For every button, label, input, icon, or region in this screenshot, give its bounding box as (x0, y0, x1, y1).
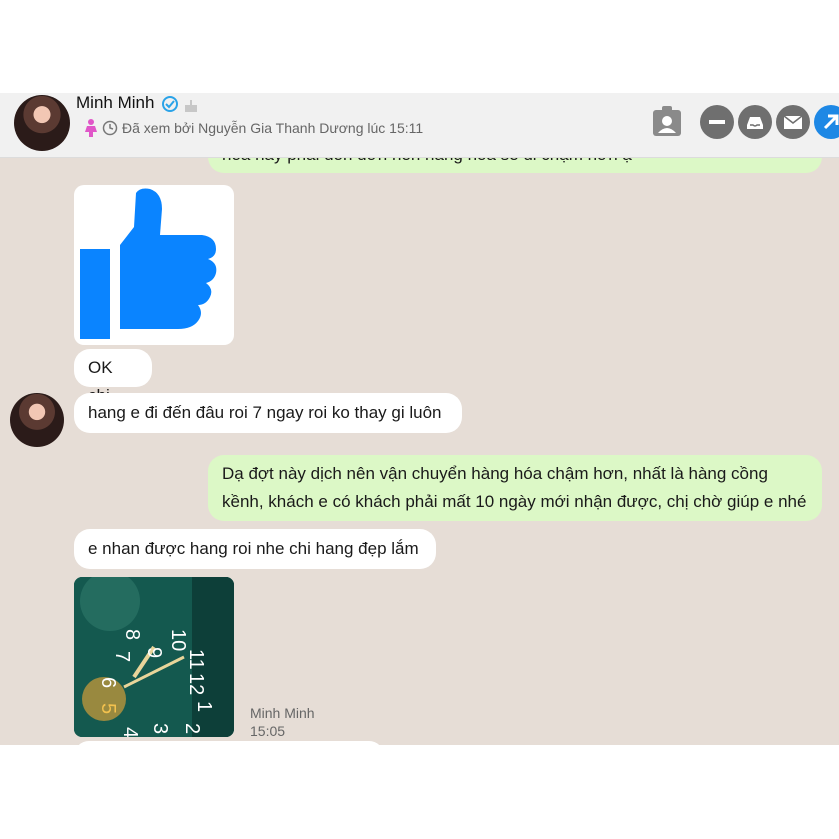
verified-icon (162, 96, 178, 112)
incoming-message: e nhan được hang roi nhe chi hang đẹp lắ… (74, 529, 436, 569)
svg-text:2: 2 (181, 723, 203, 734)
seen-status: Đã xem bởi Nguyễn Gia Thanh Dương lúc 15… (84, 118, 423, 138)
svg-text:10: 10 (167, 629, 189, 651)
svg-text:6: 6 (97, 677, 119, 688)
svg-text:5: 5 (97, 703, 119, 714)
contact-avatar[interactable] (14, 95, 70, 151)
photo-time: 15:05 (250, 723, 286, 739)
outgoing-message: Dạ đợt này dịch nên vận chuyển hàng hóa … (208, 455, 822, 521)
svg-text:8: 8 (121, 629, 143, 640)
thumbs-up-icon (80, 188, 217, 339)
seen-text: Đã xem bởi Nguyễn Gia Thanh Dương lúc 15… (122, 120, 424, 136)
message-text: hang e đi đến đâu roi 7 ngay roi ko thay… (88, 403, 442, 422)
chat-header: Minh Minh Đã xem bởi Nguyễn Gia Thanh Dư… (0, 93, 839, 158)
svg-text:9: 9 (143, 647, 165, 658)
like-sticker[interactable] (74, 185, 234, 345)
svg-text:3: 3 (149, 723, 171, 734)
inbox-button[interactable] (738, 105, 772, 139)
forward-button[interactable] (814, 105, 839, 139)
clock-image: 9 10 11 12 1 2 3 4 5 6 7 8 (74, 577, 234, 737)
contact-avatar[interactable] (10, 393, 64, 447)
svg-text:12: 12 (185, 673, 207, 695)
envelope-icon (783, 115, 803, 129)
minus-icon (709, 120, 725, 124)
svg-text:4: 4 (119, 727, 141, 737)
svg-text:1: 1 (193, 701, 215, 712)
contact-name[interactable]: Minh Minh (76, 93, 154, 113)
email-button[interactable] (776, 105, 810, 139)
minimize-button[interactable] (700, 105, 734, 139)
inbox-icon (747, 117, 763, 129)
message-list[interactable]: hóa này phải dồn đơn nên hàng hóa sẽ đi … (0, 93, 839, 745)
chat-window: hóa này phải dồn đơn nên hàng hóa sẽ đi … (0, 93, 839, 745)
clock-icon (102, 120, 118, 136)
arrow-up-right-icon (823, 114, 839, 130)
message-text: e nhan được hang roi nhe chi hang đẹp lắ… (88, 539, 419, 558)
birthday-icon (185, 100, 197, 112)
message-line-2: kềnh, khách e có khách phải mất 10 ngày … (222, 492, 807, 511)
message-line-1: Dạ đợt này dịch nên vận chuyển hàng hóa … (222, 464, 768, 483)
incoming-message: hang e đi đến đâu roi 7 ngay roi ko thay… (74, 393, 462, 433)
clock-photo[interactable]: 9 10 11 12 1 2 3 4 5 6 7 8 (74, 577, 234, 737)
svg-text:11: 11 (185, 649, 207, 670)
contact-card-icon[interactable] (650, 105, 684, 139)
incoming-message-partial (74, 741, 384, 745)
female-icon (85, 119, 97, 137)
photo-sender: Minh Minh (250, 705, 315, 721)
incoming-message: OK chi (74, 349, 152, 405)
svg-text:7: 7 (111, 651, 133, 662)
